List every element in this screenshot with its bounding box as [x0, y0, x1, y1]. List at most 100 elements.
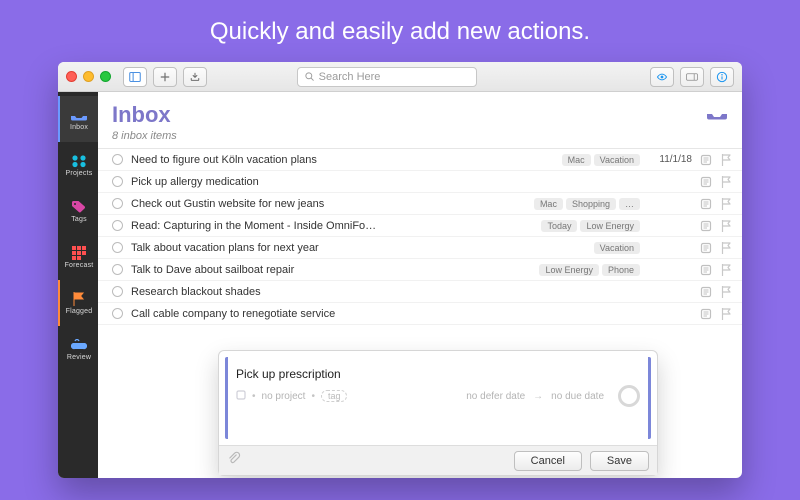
square-icon [236, 390, 246, 403]
flag-icon[interactable] [720, 154, 732, 166]
task-title: Read: Capturing in the Moment - Inside O… [131, 220, 533, 232]
app-window: Search Here Inbox Projects [58, 62, 742, 478]
task-row[interactable]: Need to figure out Köln vacation plans Ma… [98, 149, 742, 171]
sidebar-item-tags[interactable]: Tags [58, 188, 98, 234]
tag-chip[interactable]: Phone [602, 264, 640, 276]
flag-icon[interactable] [720, 176, 732, 188]
save-button[interactable]: Save [590, 451, 649, 471]
note-icon[interactable] [700, 176, 712, 188]
flag-icon[interactable] [720, 198, 732, 210]
task-row[interactable]: Talk about vacation plans for next year V… [98, 237, 742, 259]
note-icon[interactable] [700, 198, 712, 210]
status-circle[interactable] [112, 220, 123, 231]
note-icon[interactable] [700, 264, 712, 276]
task-row[interactable]: Research blackout shades [98, 281, 742, 303]
sidebar-item-review[interactable]: Review [58, 326, 98, 372]
flag-icon[interactable] [720, 286, 732, 298]
task-title: Pick up allergy medication [131, 176, 632, 188]
hero-headline: Quickly and easily add new actions. [210, 18, 590, 46]
search-icon [304, 71, 315, 82]
status-circle[interactable] [112, 154, 123, 165]
inbox-header-icon [706, 106, 728, 125]
eye-icon [656, 71, 668, 83]
new-action-button[interactable] [153, 67, 177, 87]
panel-icon [686, 71, 698, 83]
task-title: Need to figure out Köln vacation plans [131, 154, 554, 166]
tag-chip[interactable]: Mac [562, 154, 591, 166]
flag-icon[interactable] [720, 264, 732, 276]
task-row[interactable]: Read: Capturing in the Moment - Inside O… [98, 215, 742, 237]
sidebar-icon [129, 71, 141, 83]
search-field[interactable]: Search Here [297, 67, 477, 87]
task-row[interactable]: Call cable company to renegotiate servic… [98, 303, 742, 325]
main-pane: Inbox 8 inbox items Need to figure out K… [98, 92, 742, 478]
sidebar: Inbox Projects Tags Forecast Flagged Rev… [58, 92, 98, 478]
status-circle[interactable] [112, 286, 123, 297]
quick-entry-defer[interactable]: no defer date [466, 391, 525, 402]
quick-entry-tag[interactable]: tag [321, 390, 348, 402]
tag-chip[interactable]: Vacation [594, 154, 640, 166]
search-placeholder: Search Here [319, 71, 381, 83]
tag-chip[interactable]: Mac [534, 198, 563, 210]
quick-entry-due[interactable]: no due date [551, 391, 604, 402]
flag-icon[interactable] [720, 220, 732, 232]
info-icon [716, 71, 728, 83]
status-circle[interactable] [112, 176, 123, 187]
tags-icon [70, 200, 88, 214]
tag-chip[interactable]: … [619, 198, 640, 210]
task-tags: Low EnergyPhone [539, 264, 640, 276]
toggle-sidebar-button[interactable] [123, 67, 147, 87]
note-icon[interactable] [700, 220, 712, 232]
task-row[interactable]: Check out Gustin website for new jeansMa… [98, 193, 742, 215]
status-circle[interactable] [112, 198, 123, 209]
zoom-window-button[interactable] [100, 71, 111, 82]
quick-entry-title-input[interactable] [236, 367, 640, 381]
tag-chip[interactable]: Low Energy [539, 264, 599, 276]
status-circle[interactable] [112, 308, 123, 319]
traffic-lights [66, 71, 111, 82]
tag-chip[interactable]: Today [541, 220, 577, 232]
note-icon[interactable] [700, 154, 712, 166]
sidebar-item-projects[interactable]: Projects [58, 142, 98, 188]
status-circle[interactable] [112, 264, 123, 275]
view-options-button[interactable] [650, 67, 674, 87]
task-tags: TodayLow Energy [541, 220, 640, 232]
tag-chip[interactable]: Shopping [566, 198, 616, 210]
quick-entry-button[interactable] [183, 67, 207, 87]
task-tags: MacShopping… [534, 198, 640, 210]
flag-icon[interactable] [720, 242, 732, 254]
inbox-icon [70, 108, 88, 122]
task-row[interactable]: Talk to Dave about sailboat repair Low En… [98, 259, 742, 281]
info-button[interactable] [710, 67, 734, 87]
status-circle[interactable] [112, 242, 123, 253]
task-title: Research blackout shades [131, 286, 632, 298]
titlebar: Search Here [58, 62, 742, 92]
quick-entry-panel: • no project • tag no defer date → no du… [218, 350, 658, 476]
close-window-button[interactable] [66, 71, 77, 82]
task-row[interactable]: Pick up allergy medication [98, 171, 742, 193]
tag-chip[interactable]: Vacation [594, 242, 640, 254]
review-icon [70, 338, 88, 352]
toggle-inspector-button[interactable] [680, 67, 704, 87]
task-title: Talk about vacation plans for next year [131, 242, 586, 254]
flag-icon[interactable] [720, 308, 732, 320]
cancel-button[interactable]: Cancel [514, 451, 582, 471]
minimize-window-button[interactable] [83, 71, 94, 82]
quick-entry-status-circle[interactable] [618, 385, 640, 407]
note-icon[interactable] [700, 242, 712, 254]
tag-chip[interactable]: Low Energy [580, 220, 640, 232]
task-title: Talk to Dave about sailboat repair [131, 264, 531, 276]
forecast-icon [70, 246, 88, 260]
page-title: Inbox [112, 102, 177, 128]
attachment-icon[interactable] [227, 451, 241, 470]
page-subtitle: 8 inbox items [112, 130, 177, 142]
note-icon[interactable] [700, 308, 712, 320]
quick-entry-project[interactable]: no project [262, 391, 306, 402]
inbox-download-icon [189, 71, 201, 83]
sidebar-item-flagged[interactable]: Flagged [58, 280, 98, 326]
flag-icon [70, 292, 88, 306]
projects-icon [70, 154, 88, 168]
note-icon[interactable] [700, 286, 712, 298]
sidebar-item-inbox[interactable]: Inbox [58, 96, 98, 142]
sidebar-item-forecast[interactable]: Forecast [58, 234, 98, 280]
